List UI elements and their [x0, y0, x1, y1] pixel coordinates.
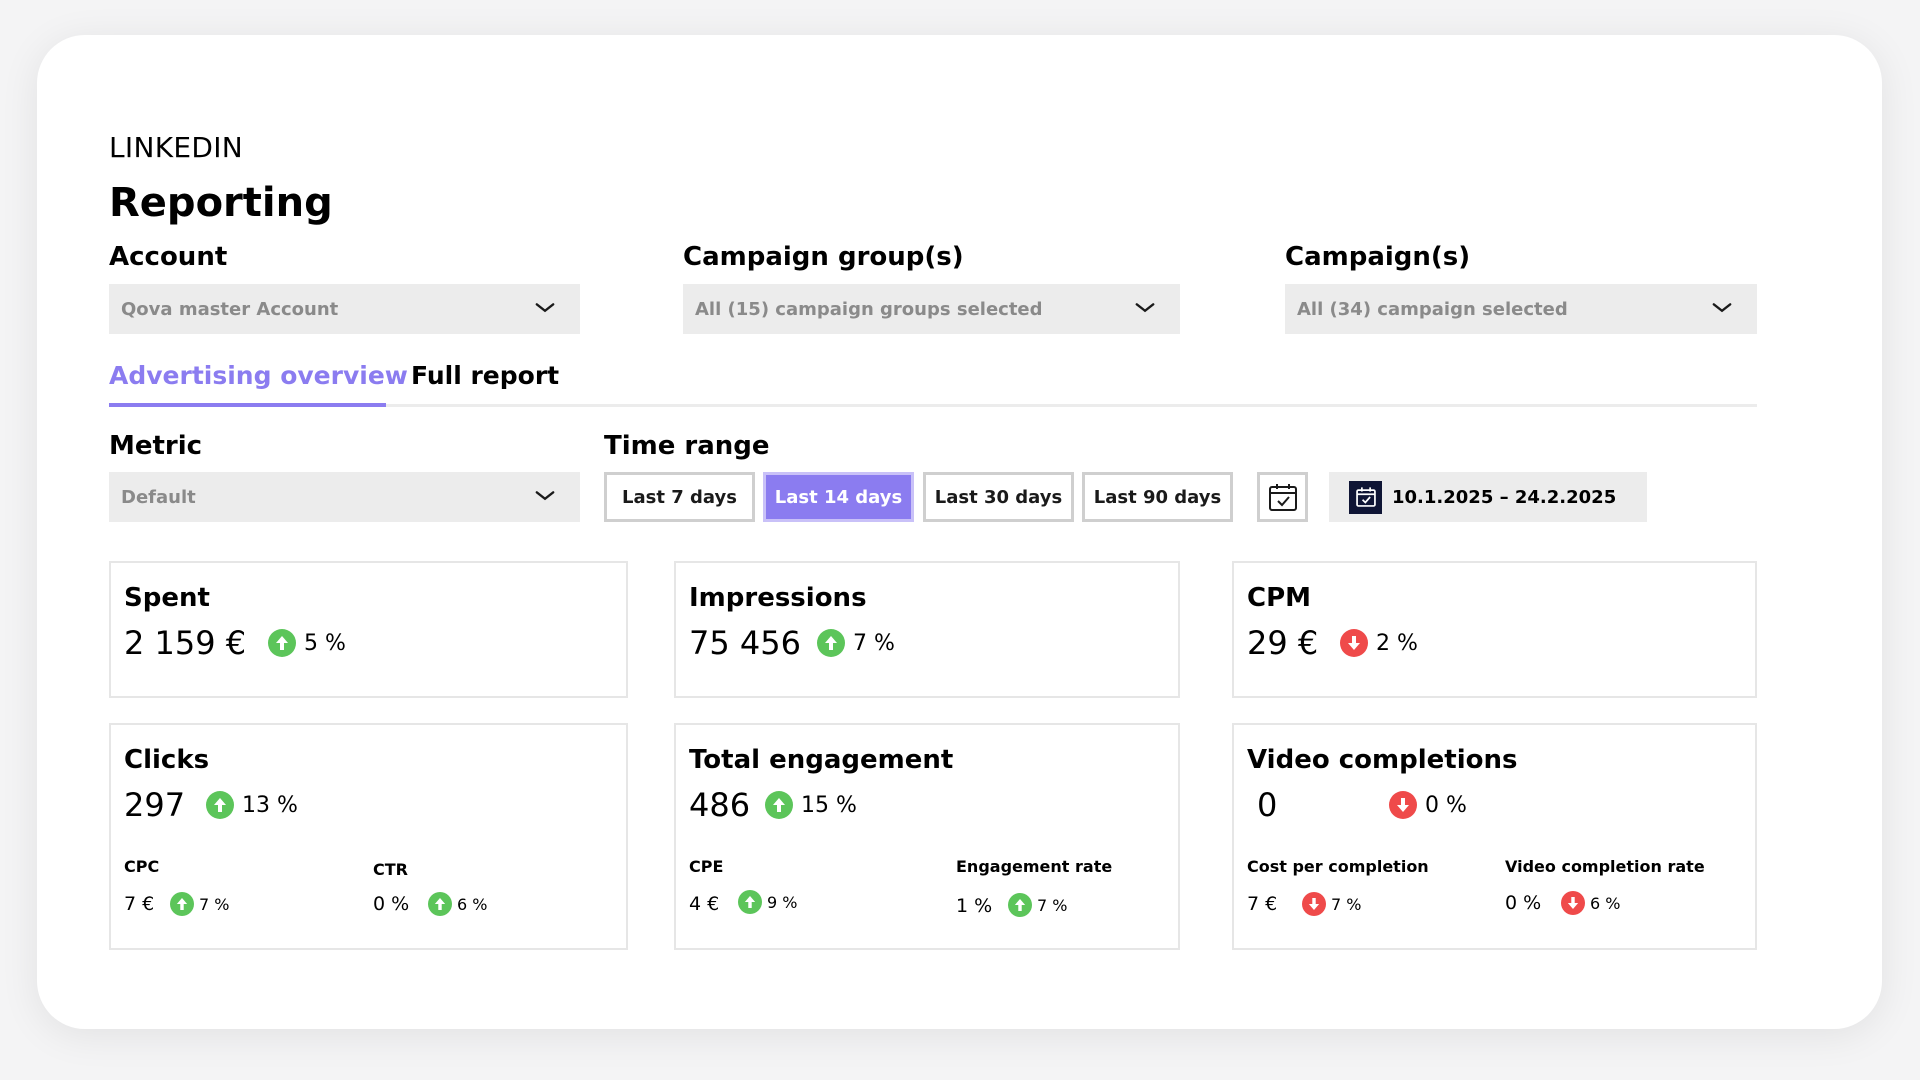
- campaign-groups-select-value: All (15) campaign groups selected: [695, 298, 1043, 320]
- tab-full-report[interactable]: Full report: [411, 361, 559, 390]
- calendar-button[interactable]: [1257, 472, 1308, 522]
- engagement-change: 15 %: [765, 791, 857, 819]
- cost-per-completion-value: 7 €: [1247, 893, 1278, 915]
- arrow-up-icon: [738, 890, 762, 914]
- engagement-rate-label: Engagement rate: [956, 857, 1113, 876]
- clicks-title: Clicks: [124, 745, 210, 775]
- cpe-change-value: 9 %: [767, 892, 798, 912]
- cpe-label: CPE: [689, 857, 724, 876]
- arrow-up-icon: [170, 892, 194, 916]
- date-range-display[interactable]: 10.1.2025 – 24.2.2025: [1329, 472, 1647, 522]
- cpc-change-value: 7 %: [199, 894, 230, 914]
- video-completions-change-value: 0 %: [1425, 792, 1467, 818]
- clicks-value: 297: [124, 786, 186, 824]
- arrow-down-icon: [1389, 791, 1417, 819]
- metric-select-value: Default: [121, 486, 196, 508]
- cpm-value: 29 €: [1247, 624, 1319, 662]
- arrow-up-icon: [817, 629, 845, 657]
- time-range-label: Time range: [604, 431, 770, 461]
- cpc-change: 7 %: [170, 892, 229, 916]
- arrow-up-icon: [428, 892, 452, 916]
- engagement-value: 486: [689, 786, 751, 824]
- date-range-text: 10.1.2025 – 24.2.2025: [1392, 486, 1617, 508]
- chevron-down-icon: [535, 303, 555, 313]
- engagement-rate-change-value: 7 %: [1037, 895, 1068, 915]
- engagement-title: Total engagement: [689, 745, 954, 775]
- time-range-last-14-days[interactable]: Last 14 days: [763, 472, 914, 522]
- cpm-card: CPM 29 € 2 %: [1232, 561, 1757, 698]
- account-select[interactable]: Qova master Account: [109, 284, 580, 334]
- campaigns-select-value: All (34) campaign selected: [1297, 298, 1568, 320]
- cpe-change: 9 %: [738, 890, 797, 914]
- spent-title: Spent: [124, 583, 210, 613]
- cpm-title: CPM: [1247, 583, 1312, 613]
- tab-advertising-overview[interactable]: Advertising overview: [109, 361, 408, 390]
- video-completions-card: Video completions 0 0 % Cost per complet…: [1232, 723, 1757, 950]
- arrow-down-icon: [1561, 891, 1585, 915]
- clicks-change-value: 13 %: [242, 792, 298, 818]
- ctr-change-value: 6 %: [457, 894, 488, 914]
- spent-value: 2 159 €: [124, 624, 247, 662]
- chevron-down-icon: [1712, 303, 1732, 313]
- campaign-groups-label: Campaign group(s): [683, 242, 964, 272]
- impressions-card: Impressions 75 456 7 %: [674, 561, 1180, 698]
- clicks-card: Clicks 297 13 % CPC 7 € 7 % CTR 0 % 6 %: [109, 723, 628, 950]
- tab-active-indicator: [109, 403, 386, 407]
- engagement-card: Total engagement 486 15 % CPE 4 € 9 % En…: [674, 723, 1180, 950]
- calendar-check-icon: [1268, 484, 1297, 511]
- engagement-rate-value: 1 %: [956, 895, 993, 917]
- arrow-up-icon: [765, 791, 793, 819]
- time-range-last-7-days[interactable]: Last 7 days: [604, 472, 755, 522]
- video-completion-rate-label: Video completion rate: [1505, 857, 1705, 876]
- arrow-up-icon: [268, 629, 296, 657]
- impressions-title: Impressions: [689, 583, 867, 613]
- campaign-groups-select[interactable]: All (15) campaign groups selected: [683, 284, 1180, 334]
- campaigns-label: Campaign(s): [1285, 242, 1471, 272]
- cpm-change: 2 %: [1340, 629, 1418, 657]
- spent-change: 5 %: [268, 629, 346, 657]
- cost-per-completion-label: Cost per completion: [1247, 857, 1429, 876]
- spent-change-value: 5 %: [304, 630, 346, 656]
- impressions-change-value: 7 %: [853, 630, 895, 656]
- spent-card: Spent 2 159 € 5 %: [109, 561, 628, 698]
- metric-label: Metric: [109, 431, 203, 461]
- campaigns-select[interactable]: All (34) campaign selected: [1285, 284, 1757, 334]
- chevron-down-icon: [535, 491, 555, 501]
- video-completions-title: Video completions: [1247, 745, 1518, 775]
- impressions-value: 75 456: [689, 624, 801, 662]
- cost-per-completion-change-value: 7 %: [1331, 894, 1362, 914]
- metric-select[interactable]: Default: [109, 472, 580, 522]
- cpe-value: 4 €: [689, 893, 720, 915]
- video-completions-value: 0: [1257, 786, 1278, 824]
- video-completion-rate-change-value: 6 %: [1590, 893, 1621, 913]
- impressions-change: 7 %: [817, 629, 895, 657]
- arrow-up-icon: [1008, 893, 1032, 917]
- platform-label: LINKEDIN: [109, 131, 244, 164]
- ctr-change: 6 %: [428, 892, 487, 916]
- ctr-label: CTR: [373, 860, 408, 879]
- cpc-value: 7 €: [124, 893, 155, 915]
- page-title: Reporting: [109, 180, 333, 226]
- cost-per-completion-change: 7 %: [1302, 892, 1361, 916]
- time-range-last-30-days[interactable]: Last 30 days: [923, 472, 1074, 522]
- reporting-card: LINKEDIN Reporting Account Qova master A…: [37, 35, 1882, 1029]
- arrow-down-icon: [1340, 629, 1368, 657]
- engagement-change-value: 15 %: [801, 792, 857, 818]
- chevron-down-icon: [1135, 303, 1155, 313]
- calendar-icon: [1349, 480, 1382, 514]
- account-select-value: Qova master Account: [121, 298, 339, 320]
- cpc-label: CPC: [124, 857, 160, 876]
- ctr-value: 0 %: [373, 893, 410, 915]
- cpm-change-value: 2 %: [1376, 630, 1418, 656]
- time-range-last-90-days[interactable]: Last 90 days: [1082, 472, 1233, 522]
- video-completion-rate-change: 6 %: [1561, 891, 1620, 915]
- video-completion-rate-value: 0 %: [1505, 892, 1542, 914]
- account-label: Account: [109, 242, 228, 272]
- engagement-rate-change: 7 %: [1008, 893, 1067, 917]
- clicks-change: 13 %: [206, 791, 298, 819]
- video-completions-change: 0 %: [1389, 791, 1467, 819]
- arrow-down-icon: [1302, 892, 1326, 916]
- arrow-up-icon: [206, 791, 234, 819]
